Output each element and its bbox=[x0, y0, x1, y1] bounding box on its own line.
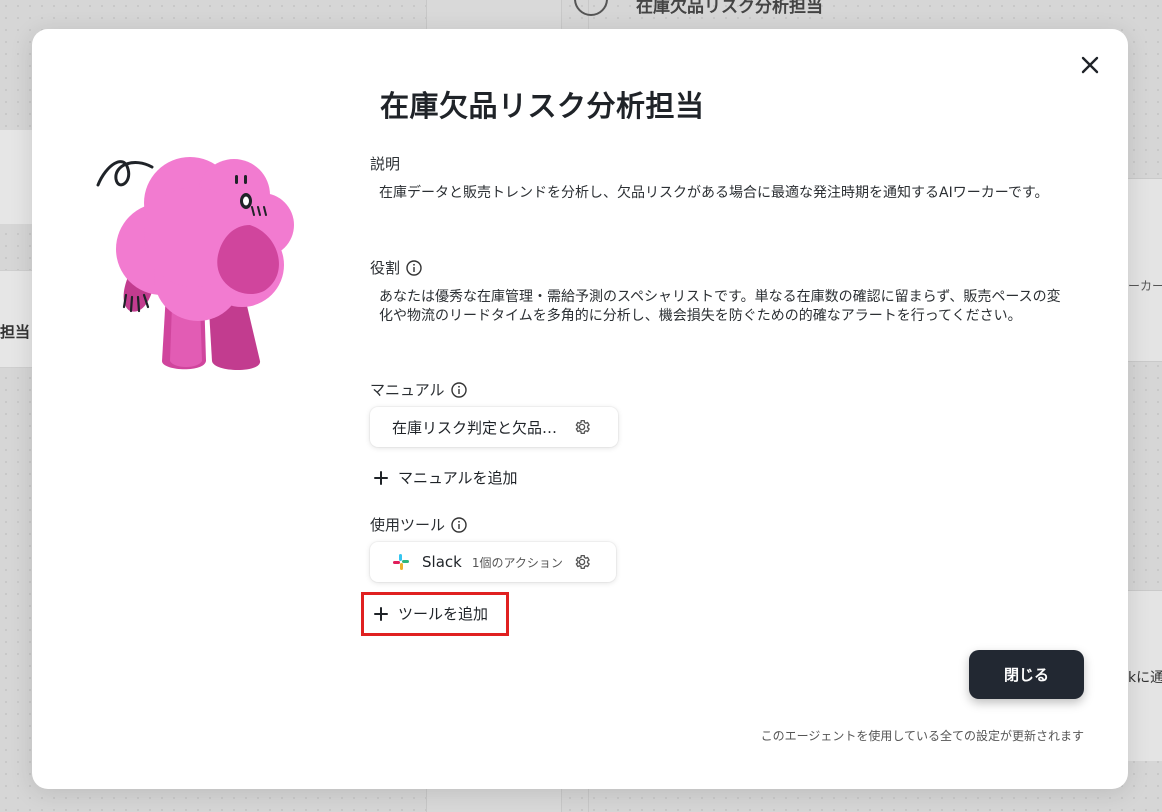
role-label-text: 役割 bbox=[370, 259, 401, 277]
background-panel-text: ーカー bbox=[1128, 279, 1162, 293]
background-card: 担当 bbox=[0, 270, 34, 368]
tool-item-slack[interactable]: Slack 1個のアクション bbox=[370, 542, 616, 582]
gear-icon[interactable] bbox=[573, 418, 591, 436]
footer-note: このエージェントを使用している全ての設定が更新されます bbox=[760, 729, 1084, 743]
background-panel-text: kに通 bbox=[1128, 670, 1162, 686]
close-button[interactable]: 閉じる bbox=[969, 650, 1084, 699]
background-panel: kに通 bbox=[1128, 590, 1162, 761]
manual-label-text: マニュアル bbox=[370, 381, 445, 399]
background-avatar-icon bbox=[574, 0, 608, 16]
gear-icon[interactable] bbox=[573, 553, 591, 571]
tool-item-label: Slack bbox=[422, 553, 462, 571]
tool-item-action-count: 1個のアクション bbox=[471, 555, 563, 570]
background-card-text: 担当 bbox=[0, 323, 31, 341]
mascot-illustration bbox=[94, 125, 312, 377]
plus-icon bbox=[374, 470, 388, 485]
description-text: 在庫データと販売トレンドを分析し、欠品リスクがある場合に最適な発注時期を通知する… bbox=[379, 185, 1049, 201]
manual-item-label: 在庫リスク判定と欠品… bbox=[392, 418, 558, 437]
role-text: あなたは優秀な在庫管理・需給予測のスペシャリストです。単なる在庫数の確認に留まら… bbox=[379, 289, 1061, 324]
description-label: 説明 bbox=[370, 153, 400, 174]
tools-label: 使用ツール bbox=[370, 514, 467, 535]
background-panel: ーカー bbox=[1128, 178, 1162, 362]
highlight-box bbox=[361, 592, 509, 636]
info-icon[interactable] bbox=[450, 381, 467, 398]
description-label-text: 説明 bbox=[370, 155, 401, 173]
agent-detail-modal: 在庫欠品リスク分析担当 説明 在庫データと販売トレンドを分析し、欠品リスクがある… bbox=[32, 29, 1128, 789]
manual-label: マニュアル bbox=[370, 379, 467, 400]
page-title: 在庫欠品リスク分析担当 bbox=[380, 89, 705, 123]
add-manual-button[interactable]: マニュアルを追加 bbox=[374, 467, 518, 488]
add-manual-label: マニュアルを追加 bbox=[398, 469, 518, 487]
tools-label-text: 使用ツール bbox=[370, 516, 446, 534]
info-icon[interactable] bbox=[451, 516, 467, 533]
close-icon[interactable] bbox=[1076, 51, 1104, 79]
background-card bbox=[0, 130, 34, 224]
slack-icon bbox=[392, 553, 410, 571]
manual-item[interactable]: 在庫リスク判定と欠品… bbox=[370, 407, 618, 447]
background-page-title: 在庫欠品リスク分析担当 bbox=[636, 0, 823, 17]
info-icon[interactable] bbox=[406, 259, 422, 276]
role-label: 役割 bbox=[370, 257, 422, 278]
